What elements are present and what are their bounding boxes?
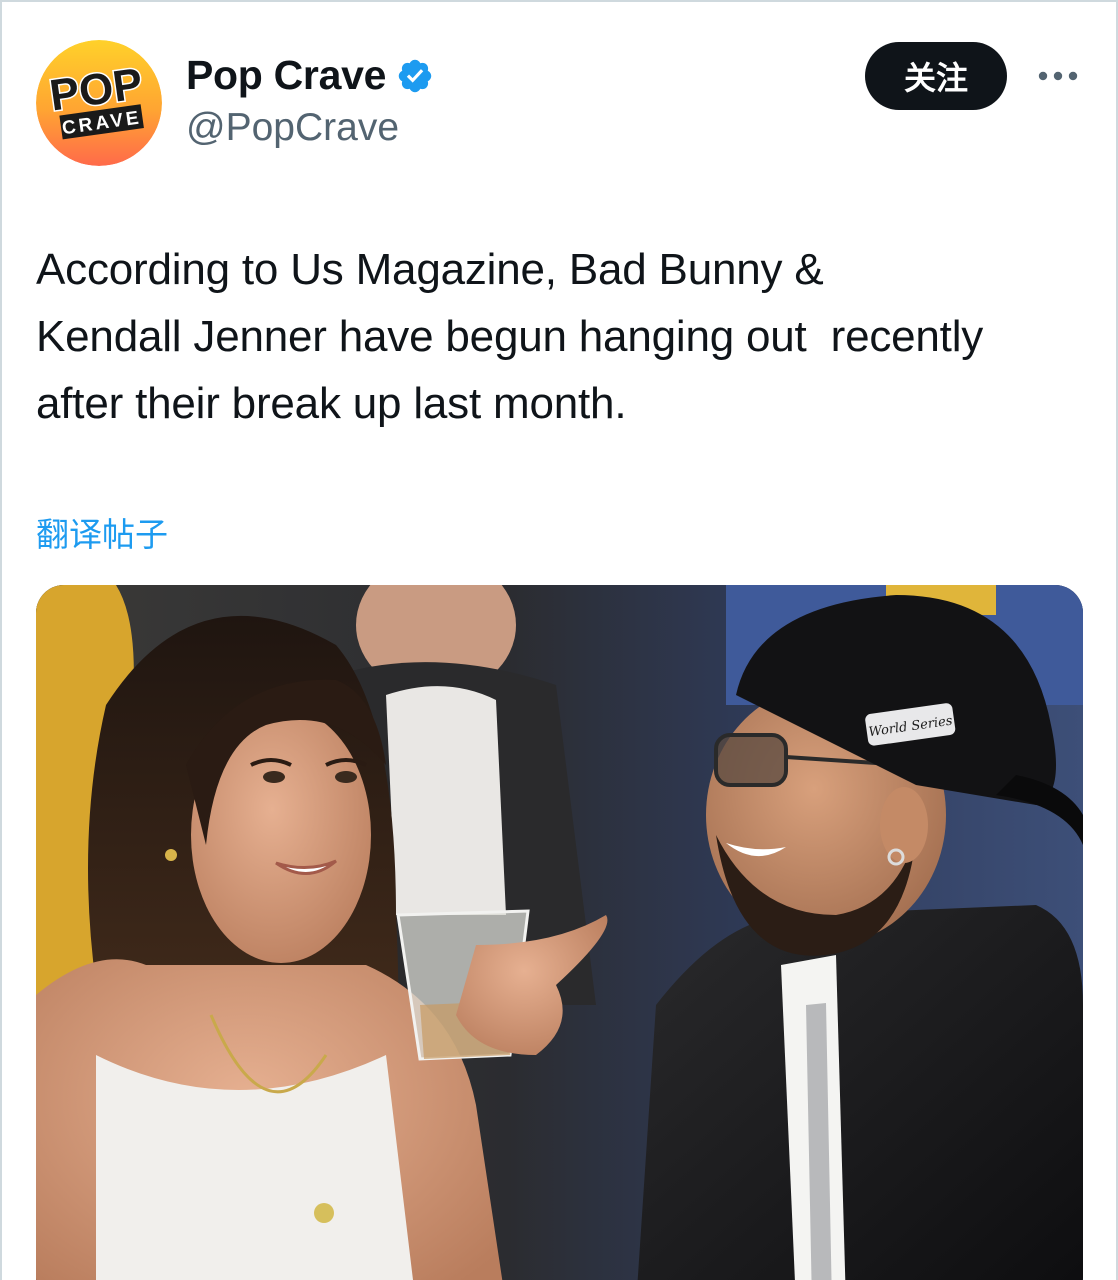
author-handle[interactable]: @PopCrave: [186, 106, 399, 150]
author-avatar[interactable]: POP CRAVE: [36, 40, 162, 166]
follow-button[interactable]: 关注: [865, 42, 1007, 110]
tweet-card: POP CRAVE Pop Crave @PopCrave 关注 Accordi…: [0, 0, 1118, 1280]
more-options-icon: [1038, 71, 1078, 81]
tweet-text-line: Kendall Jenner have begun hanging out re…: [36, 312, 984, 361]
tweet-photo[interactable]: World Series: [36, 585, 1083, 1280]
translate-post-link[interactable]: 翻译帖子: [36, 508, 168, 556]
verified-badge-icon: [396, 57, 434, 95]
tweet-text-line: after their break up last month.: [36, 379, 627, 428]
more-options-button[interactable]: [1034, 60, 1082, 92]
pop-crave-logo: POP CRAVE: [36, 40, 162, 166]
photo-illustration: World Series: [36, 585, 1083, 1280]
tweet-text: According to Us Magazine, Bad Bunny & Ke…: [36, 236, 1096, 437]
author-display-name: Pop Crave: [186, 52, 387, 98]
author-name-row[interactable]: Pop Crave: [186, 52, 434, 99]
tweet-text-line: According to Us Magazine, Bad Bunny &: [36, 245, 824, 294]
